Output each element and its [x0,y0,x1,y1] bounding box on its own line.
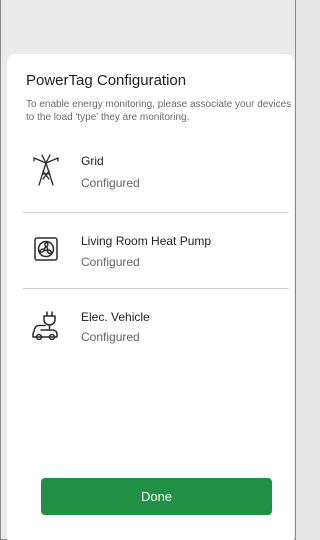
ev-charger-icon [31,310,61,341]
dialog-description: To enable energy monitoring, please asso… [26,99,292,123]
dialog-title: PowerTag Configuration [26,72,187,89]
device-name: Elec. Vehicle [81,310,150,324]
device-status: Configured [81,176,140,190]
device-status: Configured [81,330,140,344]
device-row-heat-pump[interactable]: Living Room Heat Pump Configured [23,226,289,284]
device-name: Living Room Heat Pump [81,234,212,248]
divider [23,288,289,289]
divider [23,212,289,213]
heat-pump-icon [31,234,61,264]
done-button[interactable]: Done [41,478,272,515]
configuration-sheet [7,54,294,540]
device-status: Configured [81,255,140,269]
device-row-grid[interactable]: Grid Configured [23,150,289,208]
grid-tower-icon [31,152,61,186]
device-row-ev[interactable]: Elec. Vehicle Configured [23,304,289,362]
device-name: Grid [81,154,104,168]
app-background: PowerTag Configuration To enable energy … [0,0,296,540]
